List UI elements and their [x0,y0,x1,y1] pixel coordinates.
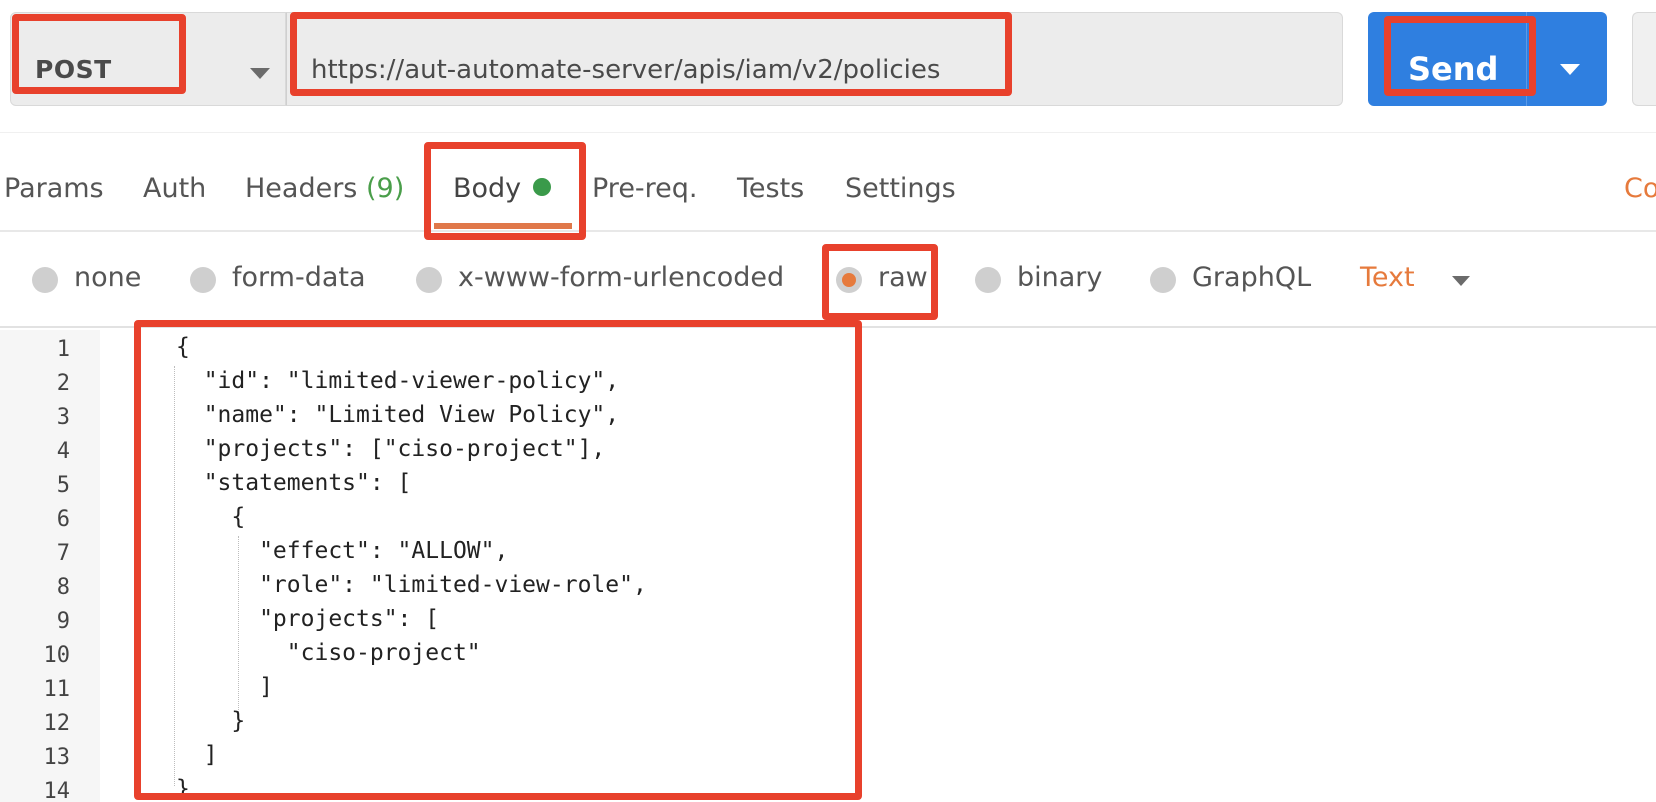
radio-label: none [74,262,142,293]
indent-guide [174,366,175,786]
tab-tests[interactable]: Tests [737,173,804,204]
format-dropdown[interactable]: Text [1360,262,1415,293]
line-number: 6 [56,507,70,532]
code-line: { [176,504,246,530]
radio-selected-icon [836,267,862,293]
tab-body[interactable]: Body [453,173,552,204]
active-tab-indicator [434,223,572,229]
request-tabs: Params Auth Headers (9) Body Pre-req. Te… [0,132,1656,232]
send-options-chevron-icon[interactable] [1560,64,1580,75]
body-code-editor[interactable]: 1 2 3 4 5 6 7 8 9 10 11 12 13 14 { "id":… [0,330,1656,802]
body-type-options: none form-data x-www-form-urlencoded raw… [0,232,1656,328]
request-bar: POST https://aut-automate-server/apis/ia… [0,0,1656,132]
tab-auth[interactable]: Auth [143,173,206,204]
method-label: POST [35,55,112,84]
tab-body-label: Body [453,173,522,204]
code-line: "name": "Limited View Policy", [176,402,620,428]
line-number: 14 [43,779,71,802]
code-line: "id": "limited-viewer-policy", [176,368,620,394]
line-number: 13 [43,745,71,770]
cookies-link[interactable]: Co [1624,173,1656,204]
radio-label: raw [878,262,928,293]
tab-headers[interactable]: Headers (9) [245,173,404,204]
method-dropdown[interactable]: POST [10,12,286,106]
line-number: 4 [56,439,70,464]
code-line: } [176,776,190,802]
code-line: "statements": [ [176,470,412,496]
body-modified-dot-icon [533,178,552,196]
radio-circle-icon [975,267,1001,293]
tab-settings[interactable]: Settings [845,173,956,204]
tab-params[interactable]: Params [4,173,104,204]
code-line: ] [176,674,273,700]
line-number: 2 [56,371,70,396]
code-line: "projects": ["ciso-project"], [176,436,606,462]
line-number: 3 [56,405,70,430]
url-text: https://aut-automate-server/apis/iam/v2/… [311,55,941,85]
line-number: 10 [43,643,71,668]
line-number: 11 [43,677,71,702]
tab-headers-count: (9) [365,173,405,204]
code-line: { [176,334,190,360]
line-number: 12 [43,711,71,736]
radio-label: form-data [232,262,366,293]
radio-label: x-www-form-urlencoded [458,262,785,293]
radio-label: GraphQL [1192,262,1312,293]
url-input[interactable]: https://aut-automate-server/apis/iam/v2/… [286,12,1343,106]
code-line: } [176,708,246,734]
radio-circle-icon [416,267,442,293]
radio-label: binary [1017,262,1103,293]
line-number: 1 [56,337,70,362]
line-number-gutter: 1 2 3 4 5 6 7 8 9 10 11 12 13 14 [0,330,100,802]
code-line: "effect": "ALLOW", [176,538,509,564]
tab-pre-request[interactable]: Pre-req. [592,173,698,204]
save-button[interactable] [1632,12,1656,106]
format-chevron-down-icon[interactable] [1452,276,1470,286]
chevron-down-icon [250,68,270,79]
code-line: "projects": [ [176,606,440,632]
radio-circle-icon [32,267,58,293]
code-line: ] [176,742,218,768]
code-line: "role": "limited-view-role", [176,572,647,598]
code-line: "ciso-project" [176,640,481,666]
send-button[interactable]: Send [1368,12,1607,106]
line-number: 7 [56,541,70,566]
radio-circle-icon [190,267,216,293]
line-number: 5 [56,473,70,498]
radio-circle-icon [1150,267,1176,293]
send-divider [1526,12,1527,106]
line-number: 8 [56,575,70,600]
line-number: 9 [56,609,70,634]
send-label: Send [1408,50,1499,88]
tab-headers-label: Headers [245,173,358,204]
